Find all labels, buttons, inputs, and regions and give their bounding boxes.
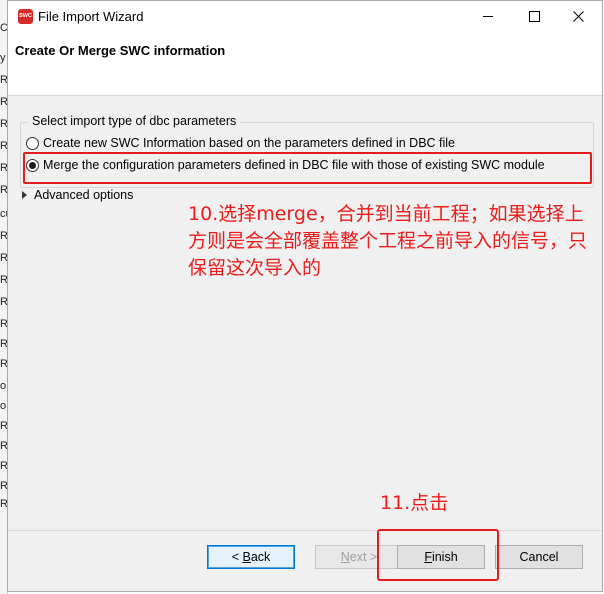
background-text-fragment: R	[0, 252, 7, 264]
background-text-fragment: R	[0, 318, 7, 330]
next-label-rest: ext >	[349, 550, 378, 564]
background-text-fragment: R	[0, 162, 7, 174]
background-text-fragment: cu	[0, 208, 7, 220]
maximize-icon	[529, 11, 540, 22]
background-text-fragment: R	[0, 140, 7, 152]
annotation-highlight-finish	[377, 529, 499, 581]
background-text-fragment: R	[0, 96, 7, 108]
window-title: File Import Wizard	[38, 9, 144, 24]
footer-separator	[8, 530, 602, 531]
back-prefix: <	[231, 550, 243, 564]
background-text-fragment: R	[0, 480, 7, 492]
file-import-wizard-dialog: SWC File Import Wizard Create Or Merge S…	[7, 0, 603, 592]
background-text-fragment: o	[0, 380, 7, 392]
background-text-fragment: R	[0, 118, 7, 130]
wizard-header: Create Or Merge SWC information	[8, 32, 602, 96]
background-text-fragment: R	[0, 74, 7, 86]
import-type-group-label: Select import type of dbc parameters	[28, 114, 241, 128]
background-text-fragment: R	[0, 338, 7, 350]
back-label-rest: ack	[250, 550, 271, 564]
background-text-fragment: R	[0, 420, 7, 432]
background-text-fragment: R	[0, 498, 7, 510]
radio-create-new-label: Create new SWC Information based on the …	[43, 136, 456, 150]
close-icon	[573, 11, 584, 22]
annotation-step10-text: 10.选择merge，合并到当前工程；如果选择上方则是会全部覆盖整个工程之前导入…	[188, 203, 588, 279]
radio-button-icon	[26, 136, 39, 150]
annotation-highlight-merge	[23, 152, 592, 184]
background-text-fragment: y	[0, 52, 6, 64]
background-text-fragment: R	[0, 296, 7, 308]
background-text-fragment: C	[0, 22, 7, 34]
swc-app-icon: SWC	[18, 9, 33, 24]
radio-create-new[interactable]: Create new SWC Information based on the …	[26, 136, 455, 150]
background-text-fragment: R	[0, 274, 7, 286]
advanced-options-label: Advanced options	[34, 188, 134, 202]
advanced-options-toggle[interactable]: Advanced options	[22, 188, 133, 202]
next-mnemonic: N	[340, 550, 350, 564]
minimize-icon	[483, 16, 493, 17]
background-text-fragment: R	[0, 460, 7, 472]
annotation-step11-text: 11.点击	[380, 492, 449, 514]
background-text-fragment: R	[0, 440, 7, 452]
background-text-fragment: R	[0, 358, 7, 370]
background-text-fragment: o	[0, 400, 7, 412]
background-text-fragment: R	[0, 184, 7, 196]
close-button[interactable]	[556, 1, 602, 32]
cancel-button[interactable]: Cancel	[495, 545, 583, 569]
background-text-fragment: R	[0, 230, 7, 242]
page-title: Create Or Merge SWC information	[15, 43, 226, 58]
minimize-button[interactable]	[465, 1, 511, 32]
expand-arrow-icon	[22, 191, 27, 199]
maximize-button[interactable]	[511, 1, 557, 32]
back-button[interactable]: < Back	[207, 545, 295, 569]
title-bar: SWC File Import Wizard	[8, 1, 602, 32]
back-mnemonic: B	[242, 550, 251, 564]
